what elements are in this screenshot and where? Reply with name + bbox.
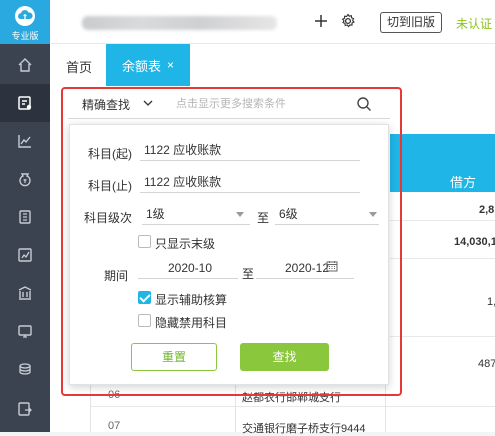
sidebar-item-voucher[interactable] [0,84,50,122]
tab-close-icon[interactable]: × [167,58,174,72]
row-divider [90,406,495,407]
reset-button[interactable]: 重置 [131,343,217,371]
search-underline [68,118,390,119]
level-label: 科目级次 [84,211,133,225]
gear-icon[interactable] [340,13,356,29]
period-to-field[interactable]: 2020-12 [256,257,354,279]
switch-old-version-button[interactable]: 切到旧版 [380,12,443,33]
search-button[interactable]: 查找 [240,343,329,371]
debit-column-header: 借方 [450,175,477,190]
chart-icon [18,135,31,148]
sidebar-item-building[interactable] [0,274,50,312]
tab-home[interactable]: 首页 [66,57,92,76]
column-divider [90,382,91,432]
period-separator: 至 [242,267,255,281]
row-bank-name: 交通银行磨子桥支行9444 [242,423,366,435]
top-bar: 切到旧版 未认证 [50,0,495,44]
monitor-icon [18,325,32,338]
debit-value: 487, [478,358,495,370]
hide-disabled-checkbox[interactable] [138,314,151,327]
subject-from-label: 科目(起) [88,147,132,161]
sidebar-item-report[interactable] [0,236,50,274]
only-leaf-checkbox[interactable] [138,235,151,248]
search-mode-select[interactable]: 精确查找 [82,96,130,113]
show-aux-label[interactable]: 显示辅助核算 [155,291,227,308]
table-header [390,134,495,192]
sidebar-item-home[interactable] [0,46,50,84]
voucher-icon [18,96,32,110]
caret-down-icon [236,212,244,217]
search-input[interactable] [176,94,356,114]
calendar-icon[interactable] [326,260,338,272]
debit-value: 14,030,1 [454,236,495,248]
level-from-select[interactable]: 1级 [142,203,250,225]
sidebar: 专业版 [0,0,50,432]
tab-balance-sheet[interactable]: 余额表 × [106,44,190,86]
advanced-search-panel: 科目(起) 1122 应收账款 科目(止) 1122 应收账款 科目级次 1级 … [69,124,389,385]
column-divider [235,382,236,432]
show-aux-checkbox[interactable] [138,291,151,304]
debit-value: 2,8 [479,204,495,216]
only-leaf-label[interactable]: 只显示末级 [155,235,215,252]
row-divider [390,220,495,221]
tab-bar: 首页 余额表 × [50,44,495,86]
level-separator: 至 [257,211,270,225]
money-bag-icon [19,173,31,187]
plus-icon[interactable] [313,13,329,29]
subject-from-field[interactable]: 1122 应收账款 [140,139,360,161]
verification-status[interactable]: 未认证 [456,15,492,32]
book-icon [19,210,31,224]
row-divider [390,336,495,337]
cloud-logo-icon [15,6,35,26]
subject-to-field[interactable]: 1122 应收账款 [140,171,360,193]
chevron-down-icon[interactable] [142,98,154,108]
sidebar-item-monitor[interactable] [0,312,50,350]
row-bank-name: 赵都农行邯郸城支行 [242,392,341,404]
tab-balance-sheet-label: 余额表 [121,58,161,74]
row-code: 06 [108,389,121,401]
row-code: 07 [108,420,121,432]
debit-value: 1, [487,296,495,308]
period-from-field[interactable]: 2020-10 [138,257,238,279]
period-label: 期间 [104,269,129,283]
home-icon [18,58,32,72]
export-icon [18,402,32,416]
sidebar-item-stack[interactable] [0,350,50,388]
app-logo[interactable]: 专业版 [0,0,50,44]
sidebar-item-chart[interactable] [0,122,50,160]
company-name-blurred [82,16,277,30]
caret-down-icon [369,212,377,217]
sidebar-item-money[interactable] [0,160,50,198]
hide-disabled-label[interactable]: 隐藏禁用科目 [155,314,227,331]
row-divider [390,258,495,259]
sidebar-item-export[interactable] [0,390,50,428]
stack-icon [19,363,31,375]
search-icon[interactable] [356,96,372,112]
building-icon [18,286,32,300]
edition-label: 专业版 [11,31,39,41]
subject-to-label: 科目(止) [88,179,132,193]
sidebar-item-book[interactable] [0,198,50,236]
level-to-select[interactable]: 6级 [275,203,379,225]
report-icon [18,248,32,262]
